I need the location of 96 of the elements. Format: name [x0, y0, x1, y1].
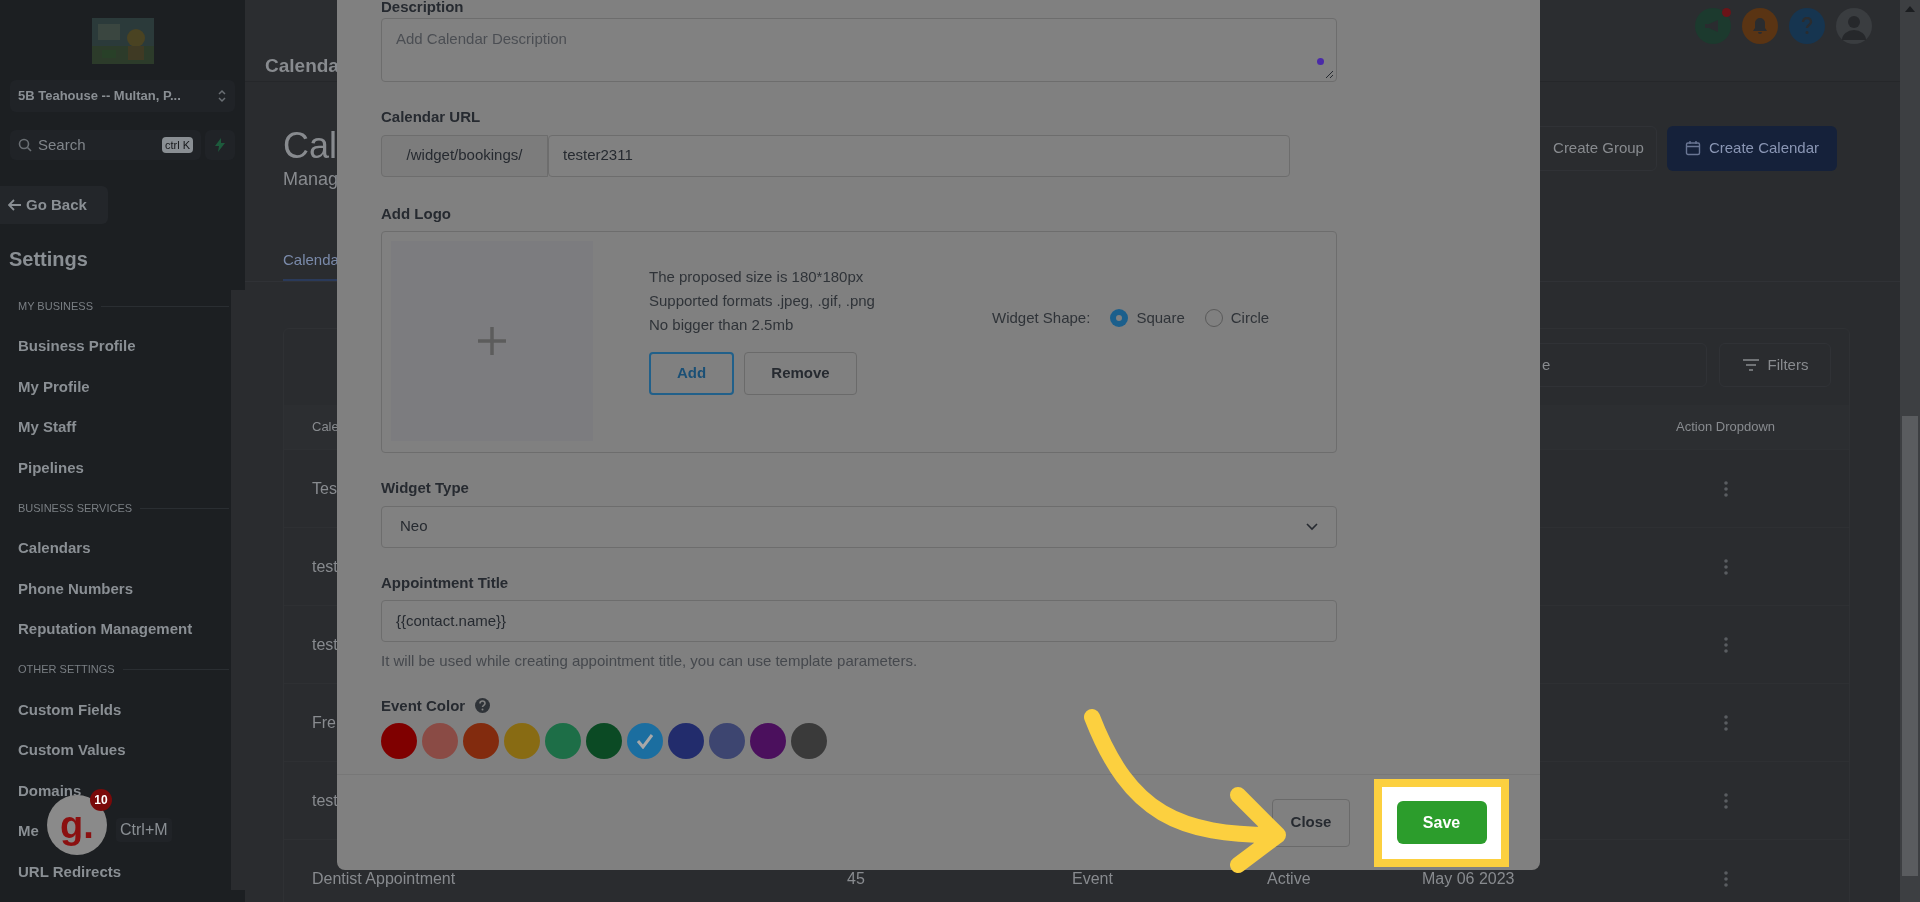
more-icon[interactable]: [1722, 713, 1729, 732]
radio-button[interactable]: [1110, 309, 1129, 328]
widget-type-select[interactable]: Neo: [381, 505, 1337, 548]
plus-icon: [478, 327, 506, 355]
color-swatch[interactable]: [668, 723, 704, 759]
scrollbar-thumb[interactable]: [1902, 416, 1918, 876]
column-header: Cale: [312, 418, 339, 437]
table-cell-text: Fre: [312, 712, 336, 733]
sidebar-title: Settings: [9, 247, 89, 272]
table-cell-text: Dentist Appointment: [312, 868, 456, 889]
lightning-icon: [215, 138, 225, 152]
color-swatch[interactable]: [381, 723, 417, 759]
help-button[interactable]: [1789, 8, 1825, 44]
color-swatch[interactable]: [545, 723, 581, 759]
go-back-button[interactable]: Go Back: [0, 186, 108, 224]
more-icon[interactable]: [1722, 635, 1729, 654]
color-swatch[interactable]: [422, 723, 458, 759]
create-calendar-button[interactable]: Create Calendar: [1666, 125, 1837, 171]
sidebar-item[interactable]: Phone Numbers: [18, 579, 134, 598]
table-cell-text: test: [312, 634, 338, 655]
page-title: Cal: [283, 125, 339, 166]
table-cell-text: Event: [1072, 868, 1113, 889]
color-swatch[interactable]: [504, 723, 540, 759]
arrow-left-icon: [8, 199, 22, 211]
help-icon: [475, 698, 491, 714]
url-field[interactable]: tester2311: [548, 134, 1290, 177]
filters-button[interactable]: Filters: [1719, 343, 1831, 387]
bell-icon: [1752, 17, 1768, 35]
table-cell-text: 45: [847, 868, 865, 889]
color-swatch[interactable]: [709, 723, 745, 759]
field-label: Description: [381, 0, 465, 16]
section-heading: MY BUSINESS: [18, 298, 93, 314]
sidebar-item[interactable]: Custom Fields: [18, 700, 122, 719]
url-prefix: /widget/bookings/: [381, 134, 548, 177]
megaphone-button[interactable]: [1695, 8, 1731, 44]
checkmark-icon: [636, 733, 654, 749]
shortcut-hint: ctrl K: [161, 136, 193, 154]
more-icon[interactable]: [1722, 479, 1729, 498]
sidebar-item[interactable]: My Staff: [18, 418, 77, 437]
resize-handle-icon: [1325, 70, 1333, 78]
sidebar-item[interactable]: URL Redirects: [18, 862, 122, 881]
sidebar-item[interactable]: Pipelines: [18, 458, 84, 477]
logo-requirement: The proposed size is 180*180px: [649, 267, 865, 287]
close-button[interactable]: Close: [1272, 798, 1350, 847]
question-icon: [1801, 17, 1813, 35]
sidebar-item[interactable]: Business Profile: [18, 337, 136, 356]
search-icon: [18, 138, 32, 152]
logo-requirement: No bigger than 2.5mb: [649, 315, 795, 335]
notification-count: 10: [90, 789, 112, 811]
sidebar-item[interactable]: Me: [18, 822, 39, 841]
radio-label: Circle: [1230, 308, 1270, 328]
section-heading: BUSINESS SERVICES: [18, 500, 133, 516]
notifications-button[interactable]: [1742, 8, 1778, 44]
help-text: It will be used while creating appointment title, you can use template parameters.: [381, 651, 919, 671]
save-button[interactable]: Save: [1396, 801, 1487, 844]
color-swatch[interactable]: [627, 723, 663, 759]
more-icon[interactable]: [1722, 869, 1729, 888]
sidebar-item[interactable]: Calendars: [18, 539, 91, 558]
page-header-title: Calenda: [264, 54, 339, 78]
color-swatch[interactable]: [791, 723, 827, 759]
quick-action-button[interactable]: [205, 130, 235, 160]
chevron-down-icon: [1306, 522, 1318, 531]
table-cell-text: May 06 2023: [1422, 868, 1515, 889]
shortcut-hint: Ctrl+M: [116, 818, 172, 842]
table-cell-text: Tes: [312, 478, 337, 499]
field-label: Calendar URL: [381, 107, 482, 127]
color-swatch[interactable]: [586, 723, 622, 759]
widget-shape-label: Widget Shape:: [991, 308, 1091, 328]
scroll-up-icon: [1905, 6, 1915, 12]
sidebar-item[interactable]: Reputation Management: [18, 620, 193, 639]
table-cell-text: Active: [1267, 868, 1311, 889]
search-field[interactable]: Search ctrl K: [10, 130, 201, 160]
page-subtitle: Manag: [283, 167, 339, 191]
table-cell-text: test: [312, 556, 338, 577]
field-label: Widget Type: [381, 478, 470, 498]
column-header: Action Dropdown: [1676, 418, 1775, 437]
calendar-icon: [1684, 140, 1701, 156]
logo-requirement: Supported formats .jpeg, .gif, .png: [649, 291, 875, 311]
sidebar-item[interactable]: My Profile: [18, 377, 90, 396]
filter-icon: [1741, 358, 1760, 372]
remove-button[interactable]: Remove: [744, 352, 857, 395]
color-swatch[interactable]: [750, 723, 786, 759]
sidebar-item[interactable]: Custom Values: [18, 741, 126, 760]
section-heading: OTHER SETTINGS: [18, 662, 115, 678]
radio-label: Square: [1136, 308, 1185, 328]
field-label: Add Logo: [381, 203, 452, 224]
appointment-title-field[interactable]: {{contact.name}}: [381, 600, 1337, 642]
location-selector[interactable]: 5B Teahouse -- Multan, P...: [10, 80, 235, 112]
field-label: Appointment Title: [381, 572, 510, 593]
chevron-updown-icon: [217, 88, 227, 104]
more-icon[interactable]: [1722, 557, 1729, 576]
color-swatch[interactable]: [463, 723, 499, 759]
field-label: Event Color: [381, 695, 466, 716]
table-cell-text: test: [312, 790, 338, 811]
page-scrollbar[interactable]: [1900, 0, 1920, 902]
more-icon[interactable]: [1722, 791, 1729, 810]
